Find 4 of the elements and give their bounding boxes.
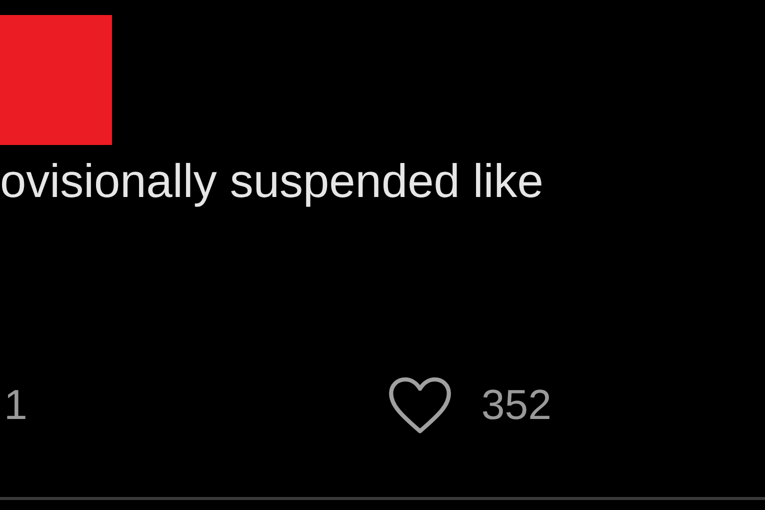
like-count: 352 bbox=[481, 381, 552, 429]
heart-icon[interactable] bbox=[387, 376, 454, 434]
action-count: 1 bbox=[4, 381, 28, 429]
post-text: ovisionally suspended like bbox=[0, 153, 544, 209]
